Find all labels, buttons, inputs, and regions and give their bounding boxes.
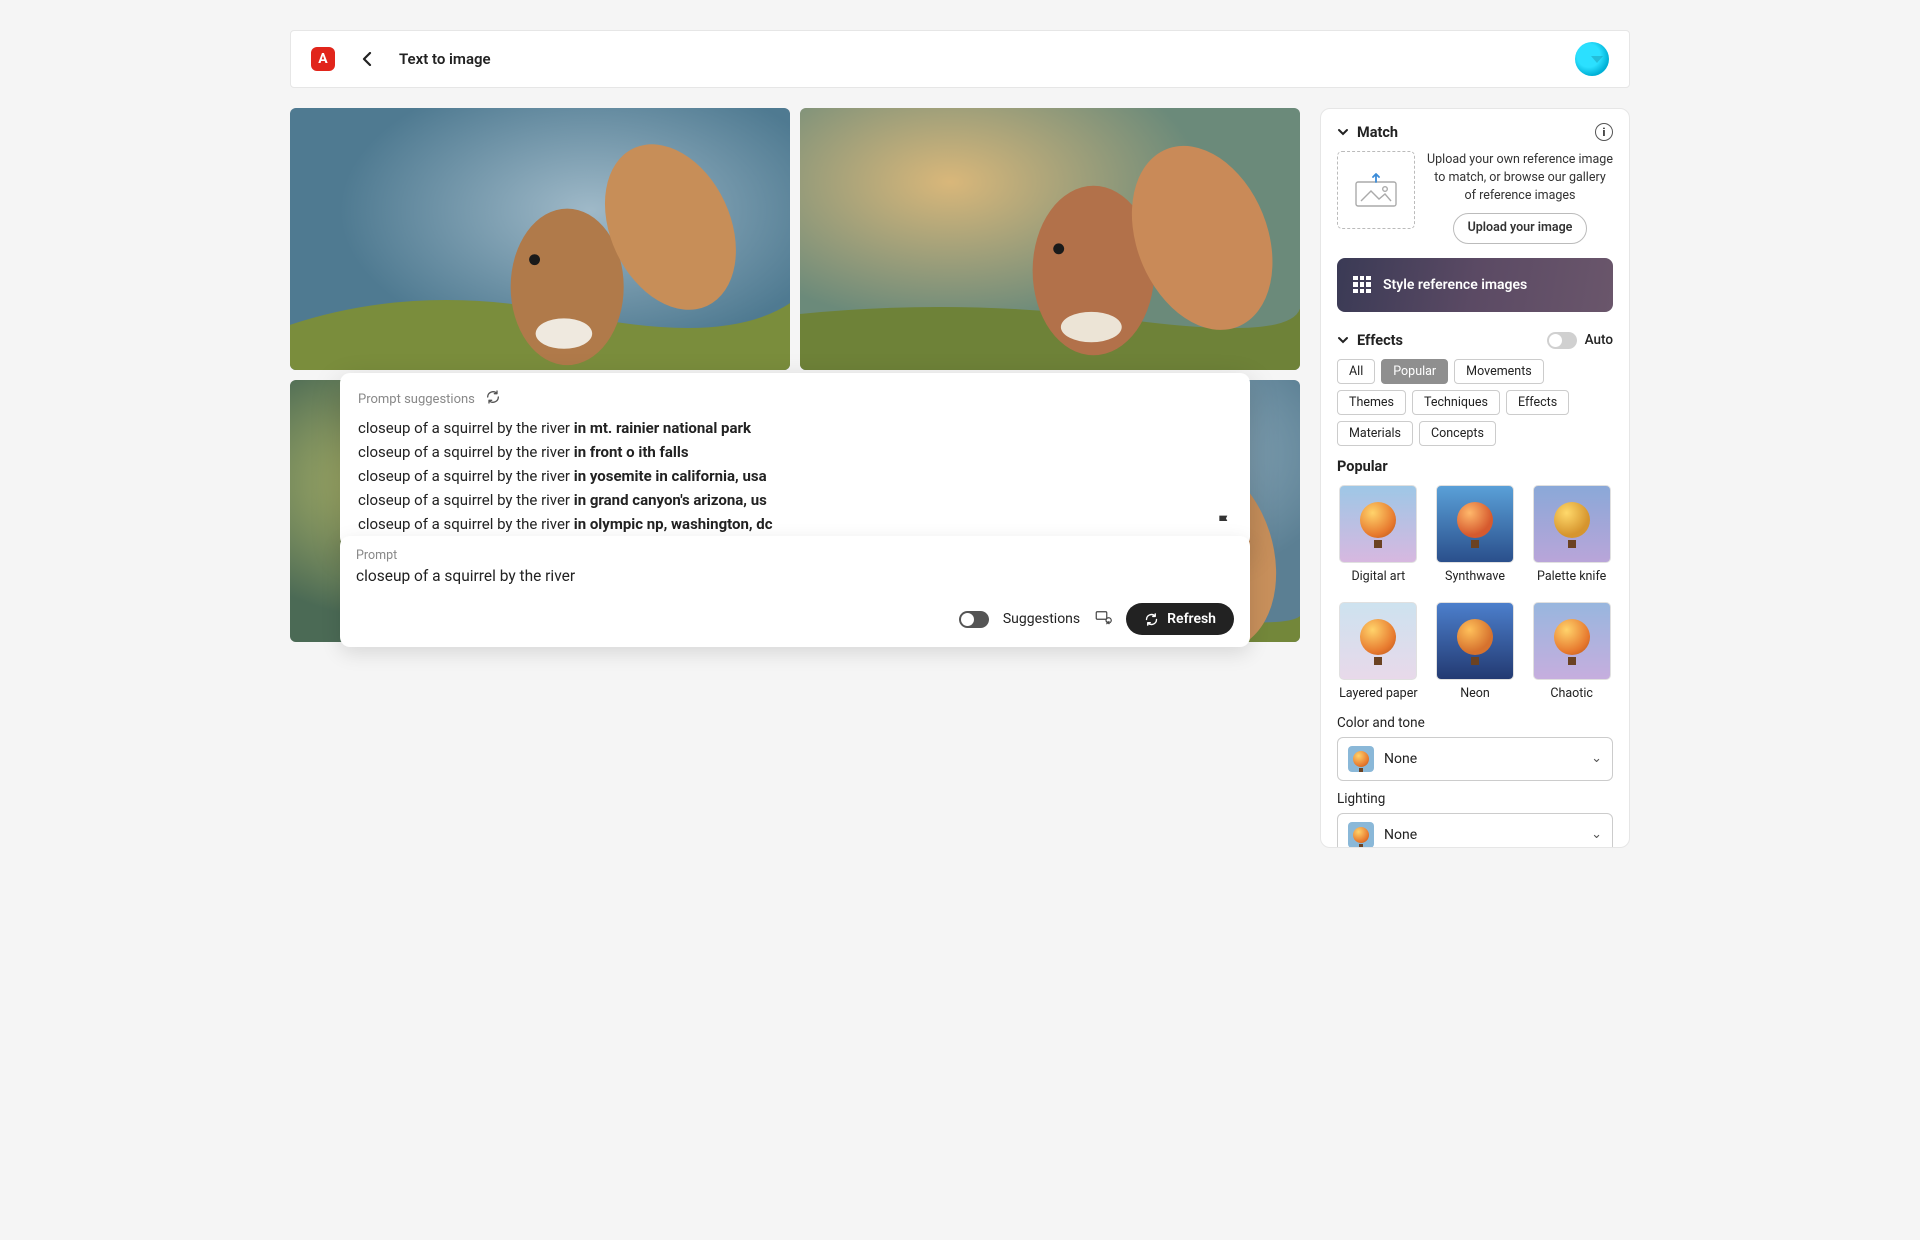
prompt-settings-icon[interactable]: [1094, 608, 1112, 630]
grid-icon: [1353, 276, 1371, 294]
suggestion-item[interactable]: closeup of a squirrel by the river in ol…: [358, 515, 1232, 533]
refresh-suggestions-icon[interactable]: [485, 389, 501, 409]
match-section-header[interactable]: Match i: [1337, 123, 1613, 141]
topbar: A Text to image: [290, 30, 1630, 88]
popular-heading: Popular: [1337, 458, 1613, 475]
style-neon[interactable]: Neon: [1434, 602, 1517, 701]
style-reference-banner[interactable]: Style reference images: [1337, 258, 1613, 312]
chip-techniques[interactable]: Techniques: [1412, 390, 1500, 415]
lighting-value: None: [1384, 827, 1417, 843]
prompt-label: Prompt: [356, 548, 1234, 563]
prompt-panel: Prompt closeup of a squirrel by the rive…: [340, 536, 1250, 647]
style-chaotic[interactable]: Chaotic: [1530, 602, 1613, 701]
match-help-text: Upload your own reference image to match…: [1427, 151, 1613, 244]
chip-materials[interactable]: Materials: [1337, 421, 1413, 446]
suggestion-item[interactable]: closeup of a squirrel by the river in fr…: [358, 443, 1232, 461]
lighting-label: Lighting: [1337, 791, 1613, 807]
result-thumb-2[interactable]: [800, 108, 1300, 370]
back-button[interactable]: [353, 45, 381, 73]
style-banner-label: Style reference images: [1383, 277, 1527, 293]
suggestion-item[interactable]: closeup of a squirrel by the river in gr…: [358, 491, 1232, 509]
adobe-logo[interactable]: A: [311, 47, 335, 71]
color-tone-value: None: [1384, 751, 1417, 767]
style-layered-paper[interactable]: Layered paper: [1337, 602, 1420, 701]
refresh-button-label: Refresh: [1167, 611, 1216, 627]
auto-toggle-label: Auto: [1585, 332, 1613, 348]
style-synthwave[interactable]: Synthwave: [1434, 485, 1517, 584]
refresh-button[interactable]: Refresh: [1126, 603, 1234, 635]
chevron-down-icon: [1337, 334, 1349, 346]
chip-movements[interactable]: Movements: [1454, 359, 1544, 384]
chevron-down-icon: [1337, 126, 1349, 138]
style-palette-knife[interactable]: Palette knife: [1530, 485, 1613, 584]
style-grid: Digital art Synthwave Palette knife Laye…: [1337, 485, 1613, 701]
color-tone-select[interactable]: None ⌄: [1337, 737, 1613, 781]
prompt-suggestions-label: Prompt suggestions: [358, 392, 475, 407]
suggestions-toggle-label: Suggestions: [1003, 611, 1080, 627]
result-thumb-1[interactable]: [290, 108, 790, 370]
effects-title: Effects: [1357, 332, 1403, 349]
chevron-down-icon: ⌄: [1591, 751, 1602, 766]
color-tone-label: Color and tone: [1337, 715, 1613, 731]
page-title: Text to image: [399, 50, 491, 68]
flag-icon[interactable]: [1216, 513, 1232, 533]
style-digital-art[interactable]: Digital art: [1337, 485, 1420, 584]
auto-toggle[interactable]: [1547, 332, 1577, 349]
avatar[interactable]: [1575, 42, 1609, 76]
chip-themes[interactable]: Themes: [1337, 390, 1406, 415]
sidebar: Match i Upload your own reference image …: [1320, 108, 1630, 848]
upload-dropzone[interactable]: [1337, 151, 1415, 229]
suggestion-item[interactable]: closeup of a squirrel by the river in mt…: [358, 419, 1232, 437]
chevron-down-icon: ⌄: [1591, 827, 1602, 842]
suggestions-toggle[interactable]: [959, 611, 989, 628]
chip-concepts[interactable]: Concepts: [1419, 421, 1496, 446]
suggestion-item[interactable]: closeup of a squirrel by the river in yo…: [358, 467, 1232, 485]
prompt-suggestions-panel: Prompt suggestions closeup of a squirrel…: [340, 373, 1250, 547]
chip-all[interactable]: All: [1337, 359, 1375, 384]
lighting-select[interactable]: None ⌄: [1337, 813, 1613, 849]
chip-effects[interactable]: Effects: [1506, 390, 1569, 415]
chip-popular[interactable]: Popular: [1381, 359, 1448, 384]
suggestion-list: closeup of a squirrel by the river in mt…: [358, 419, 1232, 533]
match-title: Match: [1357, 124, 1398, 141]
upload-image-button[interactable]: Upload your image: [1453, 213, 1588, 243]
effects-category-chips: All Popular Movements Themes Techniques …: [1337, 359, 1613, 446]
canvas-area: Prompt suggestions closeup of a squirrel…: [290, 108, 1300, 642]
effects-section-header[interactable]: Effects Auto: [1337, 332, 1613, 349]
info-icon[interactable]: i: [1595, 123, 1613, 141]
prompt-input[interactable]: closeup of a squirrel by the river: [356, 567, 1234, 585]
